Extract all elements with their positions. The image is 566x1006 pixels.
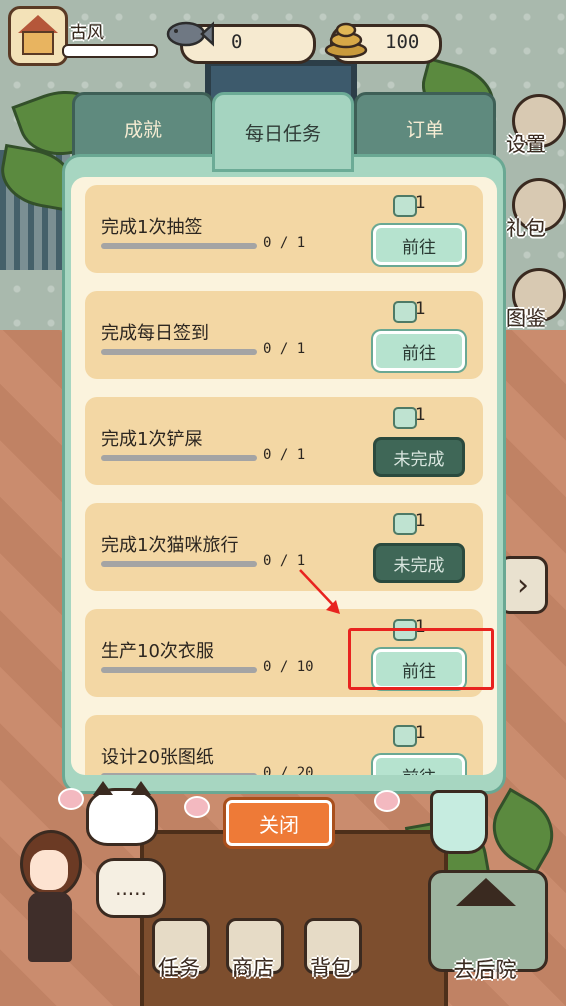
close-button[interactable]: 关闭 (226, 800, 332, 846)
task-title: 完成1次猫咪旅行 (101, 535, 239, 556)
settings-button[interactable]: 设置 (506, 94, 566, 164)
puzzle-piece-icon (393, 301, 417, 323)
task-progress-bar (101, 243, 257, 249)
paw-print-icon (58, 788, 84, 810)
reward-amount: 1 (415, 511, 426, 531)
go-button[interactable]: 前往 (373, 755, 465, 775)
bag-menu-label: 背包 (310, 956, 352, 980)
incomplete-button[interactable]: 未完成 (373, 543, 465, 583)
reward-amount: 1 (415, 723, 426, 743)
task-progress-text: 0 / 1 (263, 447, 306, 463)
task-progress-text: 0 / 1 (263, 341, 306, 357)
task-progress-bar (101, 455, 257, 461)
puzzle-piece-icon (393, 407, 417, 429)
top-hud: 古风 0 100 (0, 0, 566, 70)
coin-count: 100 (385, 31, 420, 53)
gift-button[interactable]: 礼包 (506, 178, 566, 248)
collection-label: 图鉴 (506, 306, 546, 330)
settings-label: 设置 (506, 132, 546, 156)
player-level-bar (62, 44, 158, 58)
shop-menu-button[interactable]: 商店 (222, 918, 284, 984)
cat-character[interactable] (86, 781, 158, 846)
fish-count: 0 (231, 31, 243, 53)
shop-menu-label: 商店 (232, 956, 274, 980)
task-item: 设计20张图纸 0 / 20 1 前往 (85, 715, 483, 775)
task-reward: 1 (393, 299, 443, 323)
task-reward: 1 (393, 193, 443, 217)
fish-icon (166, 21, 214, 47)
incomplete-button[interactable]: 未完成 (373, 437, 465, 477)
red-arrow-annotation (299, 569, 340, 614)
reward-amount: 1 (415, 299, 426, 319)
bag-menu-button[interactable]: 背包 (300, 918, 362, 984)
girl-character[interactable] (14, 830, 84, 990)
reward-amount: 1 (415, 193, 426, 213)
highlight-box (348, 628, 494, 690)
task-item: 完成1次猫咪旅行 0 / 1 1 未完成 (85, 503, 483, 591)
puzzle-piece-icon (393, 725, 417, 747)
daily-tasks-panel: 完成1次抽签 0 / 1 1 前往 完成每日签到 0 / 1 1 前往 完成1次… (62, 154, 506, 794)
task-item: 完成1次铲屎 0 / 1 1 未完成 (85, 397, 483, 485)
task-title: 完成1次抽签 (101, 217, 203, 238)
puzzle-piece-icon (393, 513, 417, 535)
task-title: 完成每日签到 (101, 323, 209, 344)
task-title: 设计20张图纸 (101, 747, 214, 768)
paw-print-icon (374, 790, 400, 812)
collection-button[interactable]: 图鉴 (506, 268, 566, 338)
chat-bubble-button[interactable]: ..... (96, 858, 166, 918)
task-progress-bar (101, 349, 257, 355)
task-reward: 1 (393, 511, 443, 535)
task-reward: 1 (393, 405, 443, 429)
reward-amount: 1 (415, 405, 426, 425)
task-item: 完成每日签到 0 / 1 1 前往 (85, 291, 483, 379)
task-progress-text: 0 / 1 (263, 235, 306, 251)
task-progress-bar (101, 667, 257, 673)
task-progress-text: 0 / 20 (263, 765, 314, 775)
puzzle-piece-icon (393, 195, 417, 217)
tasks-menu-label: 任务 (158, 956, 200, 980)
paw-print-icon (184, 796, 210, 818)
house-avatar[interactable] (8, 6, 68, 66)
bottle-icon[interactable] (430, 790, 488, 854)
task-progress-text: 0 / 10 (263, 659, 314, 675)
task-title: 完成1次铲屎 (101, 429, 203, 450)
player-name: 古风 (70, 23, 104, 43)
go-button[interactable]: 前往 (373, 331, 465, 371)
tasks-menu-button[interactable]: 任务 (148, 918, 210, 984)
task-progress-bar (101, 773, 257, 775)
gift-label: 礼包 (506, 216, 546, 240)
task-title: 生产10次衣服 (101, 641, 214, 662)
go-button[interactable]: 前往 (373, 225, 465, 265)
poop-coin-icon (324, 22, 368, 58)
task-item: 完成1次抽签 0 / 1 1 前往 (85, 185, 483, 273)
tab-daily-tasks[interactable]: 每日任务 (212, 92, 354, 172)
task-reward: 1 (393, 723, 443, 747)
backyard-label: 去后院 (453, 958, 517, 982)
task-progress-bar (101, 561, 257, 567)
backyard-button[interactable]: 去后院 (418, 870, 552, 986)
